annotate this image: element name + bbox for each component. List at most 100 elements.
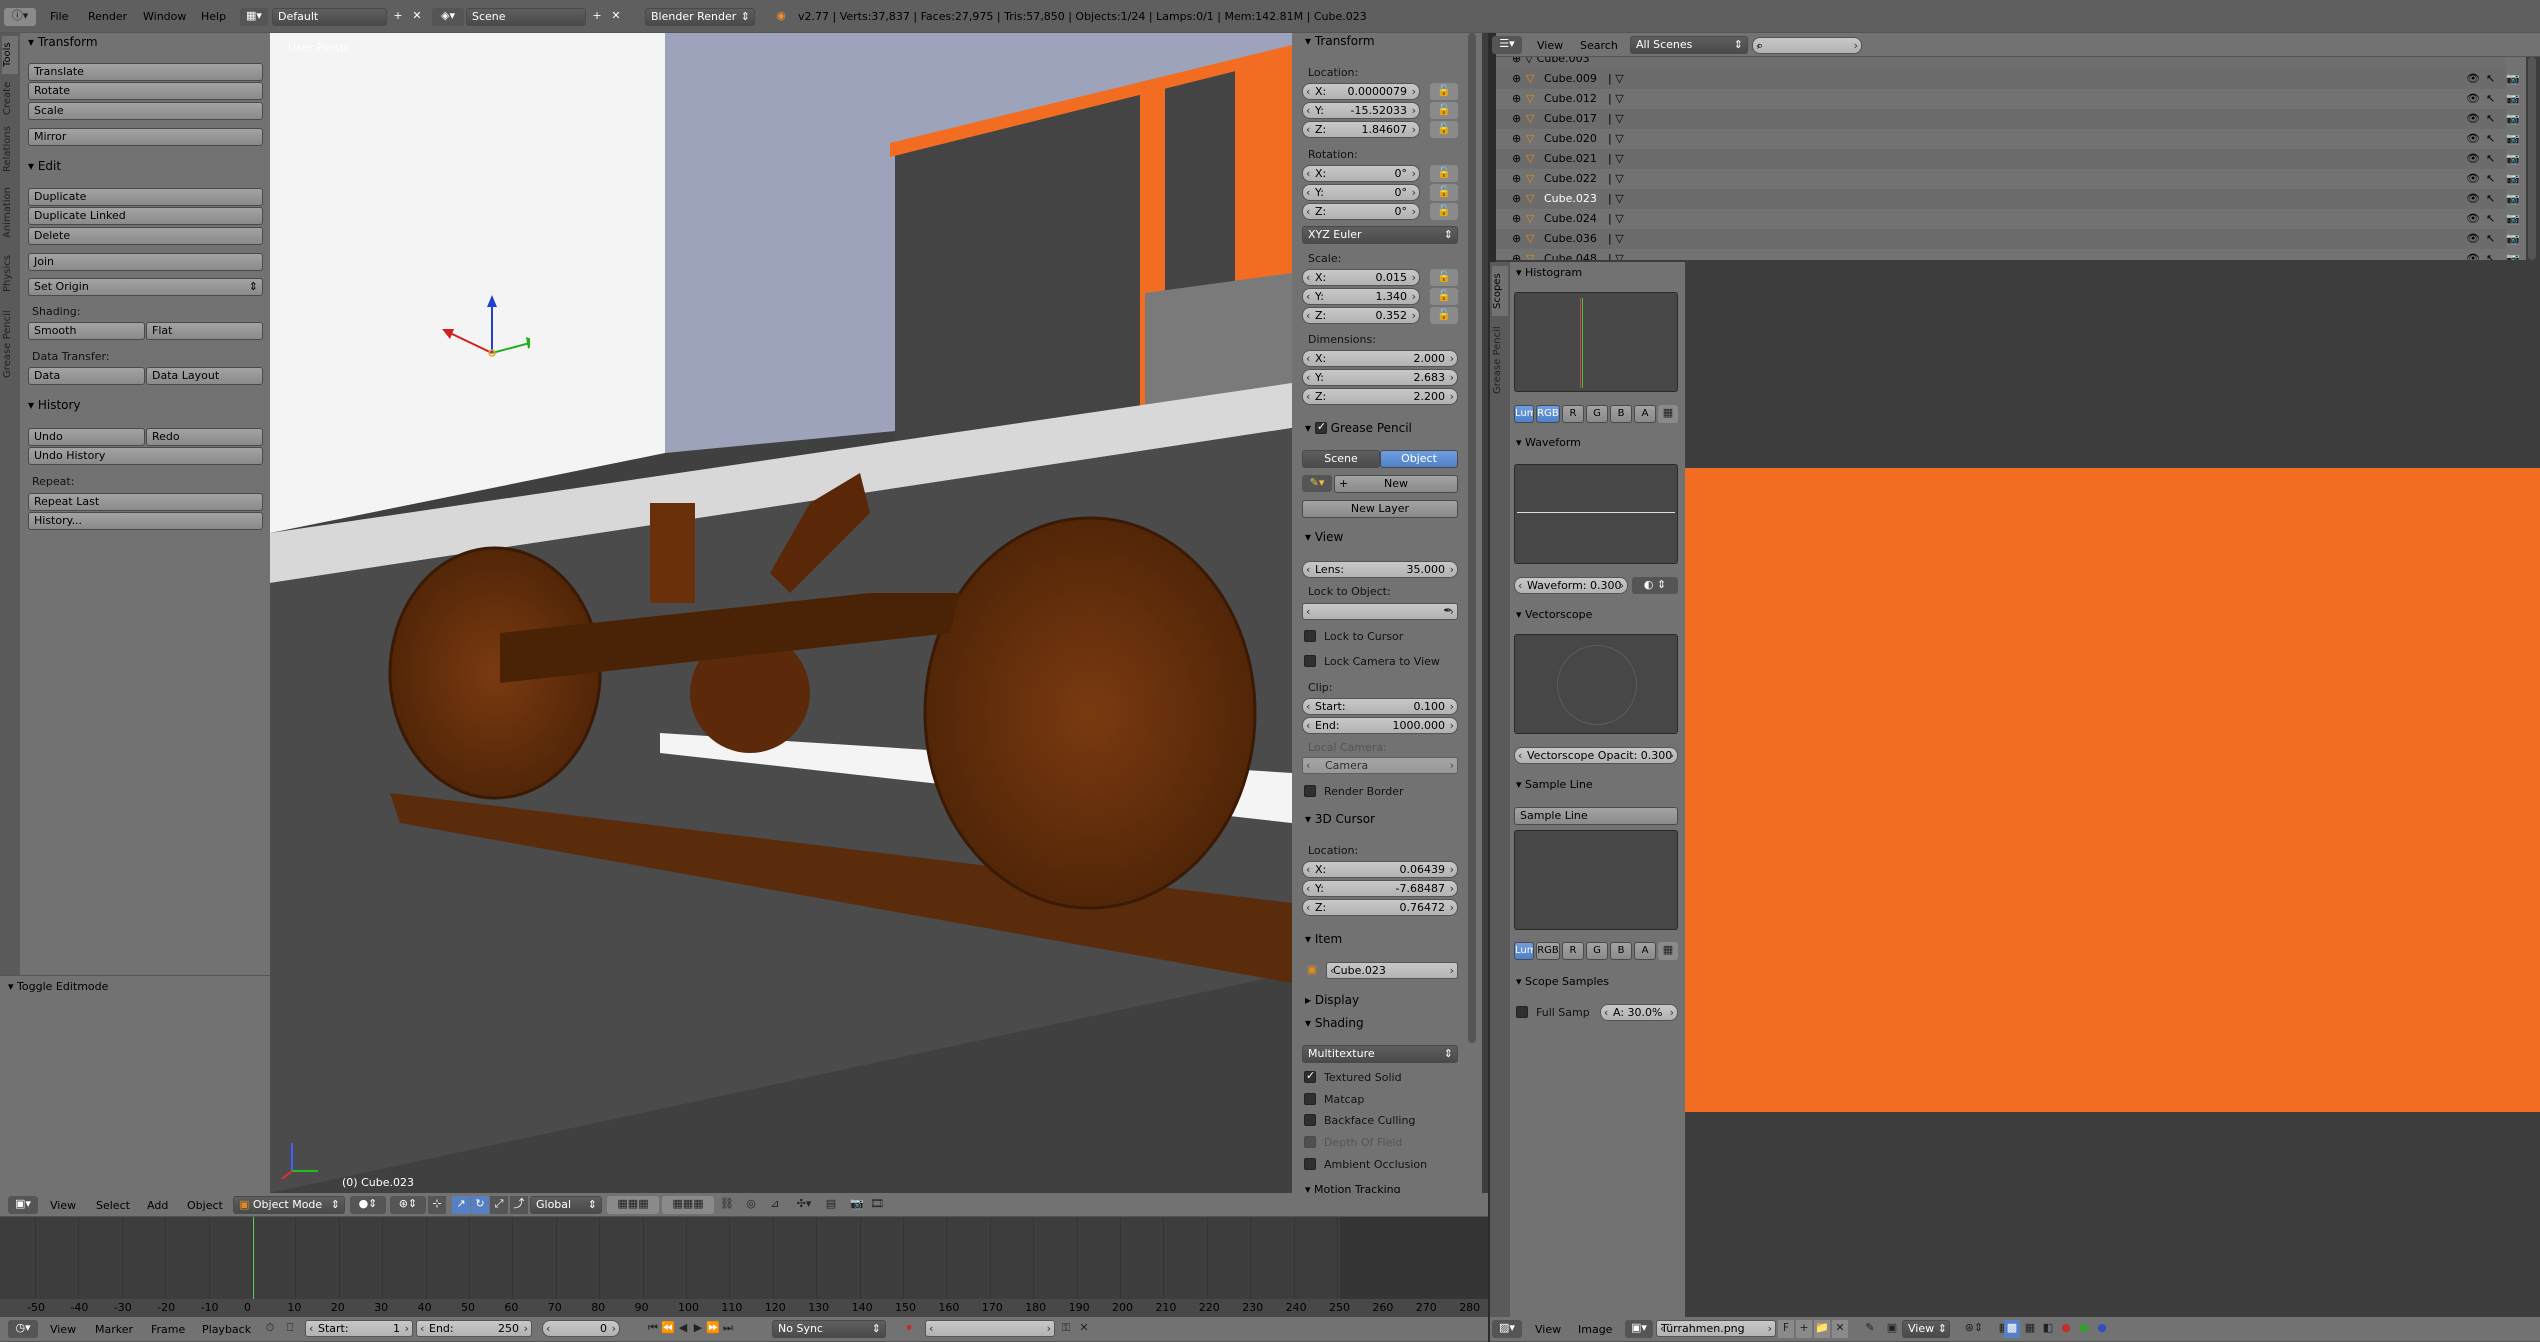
insert-keyframe-icon[interactable]: ⚿	[1058, 1320, 1074, 1338]
outliner-menu-view[interactable]: View	[1537, 39, 1563, 52]
item-name-field[interactable]: Cube.023	[1326, 962, 1458, 979]
render-camera-icon[interactable]: 📷	[2506, 69, 2520, 89]
draw-alpha-icon[interactable]: ▦	[2022, 1320, 2038, 1338]
image-name-field[interactable]: Türrahmen.png	[1656, 1320, 1776, 1337]
draw-green-icon[interactable]: ●	[2076, 1320, 2092, 1338]
dimension-z-field[interactable]: Z: 2.200	[1302, 388, 1458, 405]
play-reverse-icon[interactable]: ◀	[676, 1320, 690, 1338]
scale-button[interactable]: Scale	[28, 102, 263, 120]
expand-icon[interactable]: ⊕	[1512, 169, 1521, 189]
timeline-menu-marker[interactable]: Marker	[95, 1323, 133, 1336]
rotate-button[interactable]: Rotate	[28, 82, 263, 100]
rotation-x-field[interactable]: X: 0°	[1302, 165, 1420, 182]
selectable-arrow-icon[interactable]: ↖	[2486, 229, 2495, 249]
translate-manipulator-icon[interactable]: ↗	[452, 1196, 470, 1214]
depth-of-field-checkbox[interactable]	[1304, 1136, 1316, 1148]
outliner-row[interactable]: ⊕ ▽ Cube.003	[1496, 57, 2506, 69]
sample-line-channel-a-button[interactable]: A	[1634, 942, 1656, 960]
scene-select[interactable]: Scene	[466, 8, 586, 26]
expand-icon[interactable]: ⊕	[1512, 69, 1521, 89]
grease-pencil-checkbox[interactable]	[1314, 420, 1327, 434]
outliner-item-name[interactable]: Cube.017	[1544, 109, 1597, 129]
delete-button[interactable]: Delete	[28, 227, 263, 245]
outliner-row[interactable]: ⊕ ▽ Cube.020 | ▽ 👁 ↖ 📷	[1496, 129, 2520, 149]
tab-physics[interactable]: Physics	[2, 250, 18, 298]
outliner-item-name[interactable]: Cube.048	[1544, 249, 1597, 260]
histogram-channel-g-button[interactable]: G	[1586, 405, 1608, 423]
histogram-scope[interactable]	[1514, 292, 1678, 392]
selectable-arrow-icon[interactable]: ↖	[2486, 249, 2495, 260]
lock-camera-checkbox[interactable]	[1304, 655, 1316, 667]
menu-window[interactable]: Window	[143, 10, 186, 23]
layout-select[interactable]: Default	[272, 8, 387, 26]
visibility-eye-icon[interactable]: 👁	[2466, 89, 2480, 109]
view3d-menu-object[interactable]: Object	[187, 1199, 223, 1212]
tab-animation[interactable]: Animation	[2, 182, 18, 244]
eyedropper-icon[interactable]: ✒	[1440, 603, 1456, 620]
layout-add-icon[interactable]: +	[389, 8, 407, 26]
menu-render[interactable]: Render	[88, 10, 127, 23]
outliner-row[interactable]: ⊕ ▽ Cube.012 | ▽ 👁 ↖ 📷	[1496, 89, 2520, 109]
backface-culling-checkbox[interactable]	[1304, 1114, 1316, 1126]
cursor-z-field[interactable]: Z: 0.76472	[1302, 899, 1458, 916]
view3d-editor-icon[interactable]: ▣▾	[8, 1196, 38, 1214]
lock-location-x-icon[interactable]: 🔓	[1430, 83, 1458, 100]
rotation-z-field[interactable]: Z: 0°	[1302, 203, 1420, 220]
data-layout-button[interactable]: Data Layout	[146, 367, 263, 385]
timeline-editor-icon[interactable]: ◷▾	[8, 1320, 38, 1338]
pivot-point-icon[interactable]: ⊛⇕	[390, 1196, 426, 1214]
scale-y-field[interactable]: Y: 1.340	[1302, 288, 1420, 305]
accuracy-field[interactable]: A: 30.0%	[1600, 1004, 1678, 1021]
gp-new-button[interactable]: + New	[1334, 475, 1458, 493]
timeline-menu-frame[interactable]: Frame	[151, 1323, 185, 1336]
render-preview-icon[interactable]: ▤	[822, 1196, 840, 1214]
transform-gizmo[interactable]	[410, 273, 530, 383]
outliner-scrollbar[interactable]	[2528, 57, 2536, 260]
image-editor-canvas[interactable]	[1685, 262, 2540, 1317]
outliner-row[interactable]: ⊕ ▽ Cube.036 | ▽ 👁 ↖ 📷	[1496, 229, 2520, 249]
rotation-mode-select[interactable]: XYZ Euler ⇕	[1302, 226, 1458, 244]
cursor-x-field[interactable]: X: 0.06439	[1302, 861, 1458, 878]
lock-rotation-z-icon[interactable]: 🔓	[1430, 203, 1458, 220]
outliner-item-name[interactable]: Cube.009	[1544, 69, 1597, 89]
history-panel-header[interactable]: ▾ History	[28, 398, 81, 412]
sample-line-channel-b-button[interactable]: B	[1610, 942, 1632, 960]
flat-button[interactable]: Flat	[146, 322, 263, 340]
full-samp-checkbox[interactable]	[1516, 1006, 1528, 1018]
lock-rotation-y-icon[interactable]: 🔓	[1430, 184, 1458, 201]
outliner-row[interactable]: ⊕ ▽ Cube.017 | ▽ 👁 ↖ 📷	[1496, 109, 2520, 129]
timeline-end-field[interactable]: End: 250	[416, 1320, 532, 1337]
expand-icon[interactable]: ⊕	[1512, 249, 1521, 260]
tab-tools[interactable]: Tools	[2, 36, 18, 74]
render-engine-select[interactable]: Blender Render ⇕	[645, 8, 755, 26]
outliner-row[interactable]: ⊕ ▽ Cube.024 | ▽ 👁 ↖ 📷	[1496, 209, 2520, 229]
vectorscope-header[interactable]: ▾ Vectorscope	[1516, 608, 1592, 621]
draw-channels-icon[interactable]: ▩	[2004, 1320, 2020, 1338]
histogram-channel-rgb-button[interactable]: RGB	[1536, 405, 1560, 423]
gp-scene-button[interactable]: Scene	[1302, 450, 1380, 468]
gp-object-button[interactable]: Object	[1380, 450, 1458, 468]
image-open-icon[interactable]: 📁	[1814, 1320, 1830, 1338]
render-border-checkbox[interactable]	[1304, 785, 1316, 797]
layout-close-icon[interactable]: ✕	[408, 8, 426, 26]
visibility-eye-icon[interactable]: 👁	[2466, 249, 2480, 260]
histogram-log-icon[interactable]: ▦	[1658, 405, 1678, 423]
layers-grid-2-icon[interactable]: ▦▦▦	[662, 1196, 714, 1214]
draw-blue-icon[interactable]: ●	[2094, 1320, 2110, 1338]
outliner-row[interactable]: ⊕ ▽ Cube.023 | ▽ 👁 ↖ 📷	[1496, 189, 2520, 209]
visibility-eye-icon[interactable]: 👁	[2466, 209, 2480, 229]
vectorscope-opacity-field[interactable]: Vectorscope Opacit: 0.300	[1514, 747, 1678, 764]
props-transform-header[interactable]: ▾ Transform	[1305, 34, 1375, 48]
orientation-select[interactable]: Global ⇕	[530, 1196, 602, 1214]
render-camera-icon[interactable]: 📷	[2506, 149, 2520, 169]
outliner-row[interactable]: ⊕ ▽ Cube.048 | ▽ 👁 ↖ 📷	[1496, 249, 2520, 260]
lock-location-y-icon[interactable]: 🔓	[1430, 102, 1458, 119]
cursor-y-field[interactable]: Y: -7.68487	[1302, 880, 1458, 897]
selectable-arrow-icon[interactable]: ↖	[2486, 109, 2495, 129]
layout-icon[interactable]: ▦▾	[240, 8, 268, 26]
image-pivot-icon[interactable]: ⊛⇕	[1958, 1320, 1990, 1338]
image-unlink-icon[interactable]: ✕	[1832, 1320, 1848, 1338]
opengl-render-icon[interactable]: 📷	[848, 1196, 866, 1214]
waveform-header[interactable]: ▾ Waveform	[1516, 436, 1581, 449]
outliner-search-input[interactable]: ⌕	[1752, 37, 1862, 54]
